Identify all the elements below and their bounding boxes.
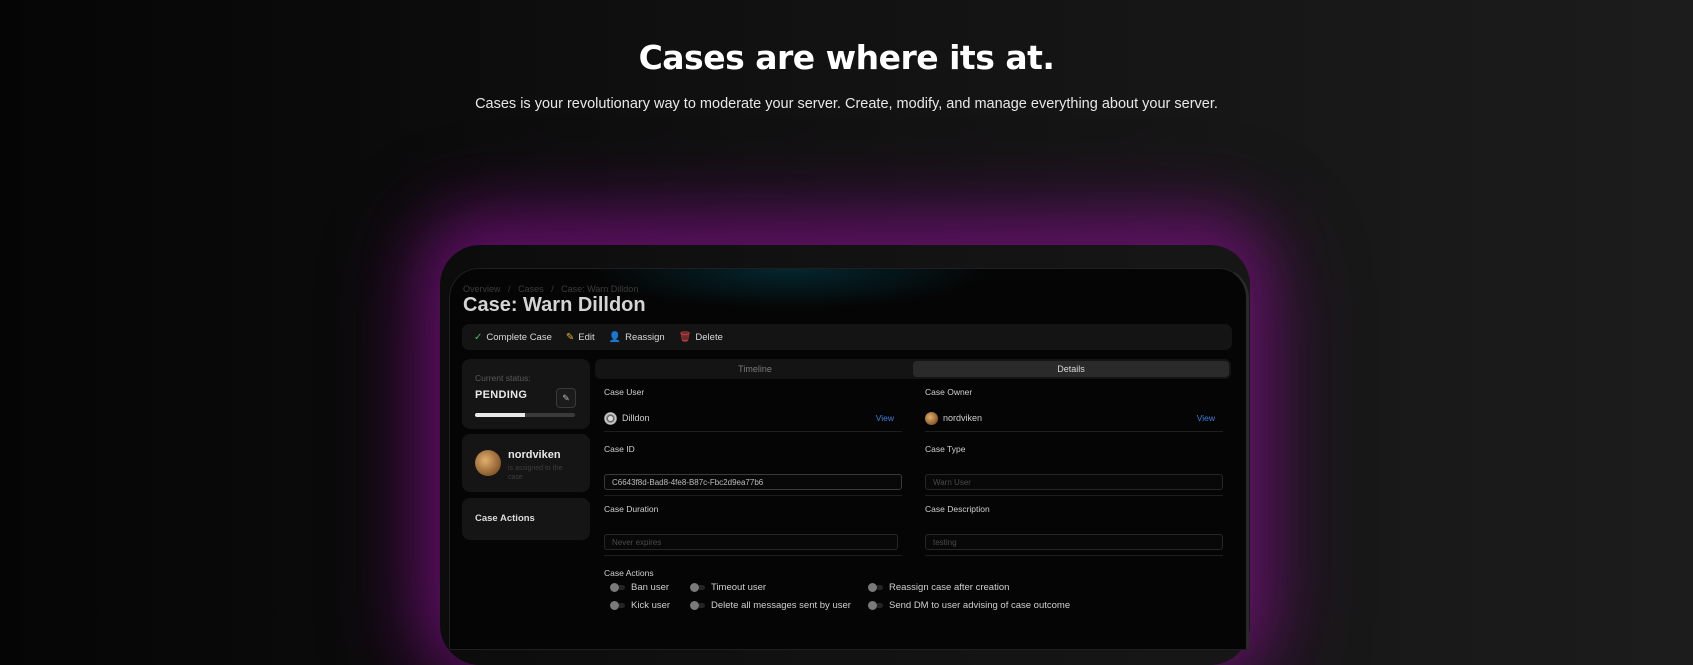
case-type-field[interactable]: Warn User	[925, 474, 1223, 490]
toggle-track	[619, 585, 625, 590]
case-id-field[interactable]: C6643f8d-Bad8-4fe8-B87c-Fbc2d9ea77b6	[604, 474, 902, 490]
hero-title: Cases are where its at.	[638, 38, 1055, 77]
delete-messages-label: Delete all messages sent by user	[711, 600, 851, 611]
case-actions-card[interactable]: Case Actions	[462, 498, 590, 540]
page-title: Case: Warn Dilldon	[463, 294, 646, 316]
timeout-user-toggle[interactable]: Timeout user	[690, 582, 766, 593]
delete-button[interactable]: 🗑 Delete	[679, 332, 723, 343]
status-progress-fill	[475, 413, 525, 417]
reassign-after-creation-toggle[interactable]: Reassign case after creation	[868, 582, 1009, 593]
case-description-field[interactable]: testing	[925, 534, 1223, 550]
tab-timeline[interactable]: Timeline	[597, 361, 913, 377]
timeout-user-label: Timeout user	[711, 582, 767, 593]
case-duration-field[interactable]: Never expires	[604, 534, 898, 550]
user-icon: 👤	[608, 331, 622, 343]
toggle-track	[877, 603, 883, 608]
edit-button[interactable]: ✎ Edit	[566, 332, 595, 343]
breadcrumb-current: Case: Warn Dilldon	[561, 284, 639, 294]
case-actions-label: Case Actions	[604, 568, 654, 578]
case-id-label: Case ID	[604, 444, 635, 454]
divider	[925, 555, 1223, 556]
edit-status-button[interactable]: ✎	[556, 388, 576, 408]
toggle-track	[619, 603, 625, 608]
status-label: Current status:	[475, 373, 531, 383]
delete-label: Delete	[695, 331, 723, 343]
divider	[925, 495, 1223, 496]
case-owner-label: Case Owner	[925, 387, 973, 397]
delete-messages-toggle[interactable]: Delete all messages sent by user	[690, 600, 851, 611]
toggle-knob	[610, 583, 619, 592]
toggle-knob	[690, 583, 699, 592]
kick-user-toggle[interactable]: Kick user	[610, 600, 670, 611]
case-owner-name: nordviken	[943, 413, 983, 423]
case-user-name: Dilldon	[622, 413, 650, 423]
status-progress-bar	[475, 413, 575, 417]
trash-icon: 🗑	[678, 331, 692, 343]
avatar	[925, 411, 938, 425]
assignee-subtitle: is assigned to the case	[508, 465, 563, 481]
toggle-knob	[610, 601, 619, 610]
case-description-label: Case Description	[925, 504, 990, 514]
tab-details[interactable]: Details	[913, 361, 1229, 377]
view-case-user-link[interactable]: View	[876, 413, 894, 423]
hero-subtitle: Cases is your revolutionary way to moder…	[475, 96, 1218, 112]
toggle-knob	[690, 601, 699, 610]
reassign-label: Reassign	[625, 331, 665, 343]
pencil-icon: ✎	[562, 392, 570, 403]
divider	[604, 555, 902, 556]
status-card: Current status: PENDING ✎	[462, 359, 590, 429]
divider	[604, 495, 902, 496]
complete-case-button[interactable]: ✓ Complete Case	[474, 332, 552, 343]
ban-user-toggle[interactable]: Ban user	[610, 582, 669, 593]
divider	[604, 431, 902, 432]
case-type-label: Case Type	[925, 444, 966, 454]
case-user-row: Dilldon View	[604, 411, 894, 425]
case-user-label: Case User	[604, 387, 645, 397]
reassign-after-creation-label: Reassign case after creation	[889, 582, 1010, 593]
toggle-track	[699, 585, 705, 590]
edit-label: Edit	[578, 331, 595, 343]
check-icon: ✓	[474, 331, 483, 343]
kick-user-label: Kick user	[631, 600, 671, 611]
toggle-track	[877, 585, 883, 590]
view-case-owner-link[interactable]: View	[1197, 413, 1215, 423]
avatar	[604, 411, 617, 425]
case-duration-label: Case Duration	[604, 504, 659, 514]
breadcrumb-separator: /	[551, 284, 554, 294]
divider	[925, 431, 1223, 432]
breadcrumb: Overview / Cases / Case: Warn Dilldon	[463, 284, 643, 294]
send-dm-label: Send DM to user advising of case outcome	[889, 600, 1071, 611]
send-dm-toggle[interactable]: Send DM to user advising of case outcome	[868, 600, 1070, 611]
assignee-card: nordviken is assigned to the case	[462, 434, 590, 492]
avatar	[475, 450, 501, 476]
toggle-track	[699, 603, 705, 608]
tab-bar: Timeline Details	[595, 359, 1231, 379]
breadcrumb-cases[interactable]: Cases	[518, 284, 544, 294]
breadcrumb-separator: /	[508, 284, 511, 294]
case-toolbar: ✓ Complete Case ✎ Edit 👤 Reassign 🗑 Dele…	[462, 324, 1232, 350]
ban-user-label: Ban user	[631, 582, 670, 593]
toggle-knob	[868, 601, 877, 610]
breadcrumb-overview[interactable]: Overview	[463, 284, 501, 294]
case-owner-row: nordviken View	[925, 411, 1215, 425]
app-preview: Overview / Cases / Case: Warn Dilldon Ca…	[449, 268, 1249, 650]
toggle-knob	[868, 583, 877, 592]
complete-case-label: Complete Case	[486, 331, 552, 343]
reassign-button[interactable]: 👤 Reassign	[609, 332, 665, 343]
assignee-name: nordviken	[508, 449, 561, 461]
pencil-icon: ✎	[565, 331, 575, 343]
